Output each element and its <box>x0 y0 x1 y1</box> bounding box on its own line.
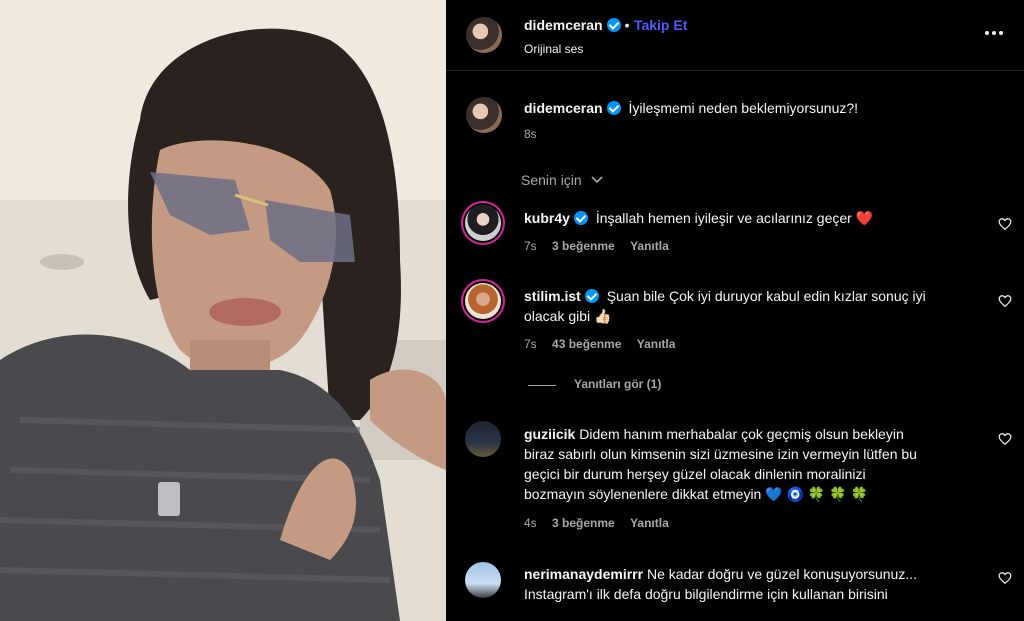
header-avatar[interactable] <box>466 17 502 53</box>
comment-username[interactable]: nerimanaydemirrr <box>524 566 643 582</box>
caption-avatar[interactable] <box>466 97 502 133</box>
header-divider <box>446 70 1024 71</box>
verified-badge-icon <box>606 18 621 32</box>
comment-avatar[interactable] <box>465 283 501 319</box>
caption-text: İyileşmemi neden beklemiyorsunuz?! <box>628 100 859 116</box>
comment-text-line: biraz sabırlı olun kimsenin sizi üzmesin… <box>524 446 917 462</box>
comment-text-line: olacak gibi 👍🏻 <box>524 308 612 324</box>
comment-meta: 7s 3 beğenme Yanıtla <box>524 239 669 253</box>
reply-button[interactable]: Yanıtla <box>630 239 669 253</box>
heart-icon[interactable] <box>998 571 1012 585</box>
comment-username[interactable]: kubr4y <box>524 210 570 226</box>
comment-time: 4s <box>524 516 537 530</box>
comment-likes[interactable]: 3 beğenme <box>552 239 615 253</box>
video-frame-illustration <box>0 0 446 621</box>
verified-badge-icon <box>606 101 621 115</box>
reply-button[interactable]: Yanıtla <box>637 337 676 351</box>
comment-text-line: Instagram'ı ilk defa doğru bilgilendirme… <box>524 586 888 602</box>
comment-body: guziicik Didem hanım merhabalar çok geçm… <box>524 424 994 504</box>
separator: • <box>624 17 630 33</box>
verified-badge-icon <box>584 289 599 303</box>
caption-username[interactable]: didemceran <box>524 100 603 116</box>
filter-label: Senin için <box>521 172 582 188</box>
comment-text: İnşallah hemen iyileşir ve acılarınız ge… <box>595 210 874 226</box>
comment-username[interactable]: guziicik <box>524 426 575 442</box>
comment-body: nerimanaydemirrr Ne kadar doğru ve güzel… <box>524 564 994 604</box>
caption-time: 8s <box>524 127 537 141</box>
comment-meta: 7s 43 beğenme Yanıtla <box>524 337 675 351</box>
comment-body: stilim.ist Şuan bile Çok iyi duruyor kab… <box>524 286 994 326</box>
comment-text-line: bozmayın söylenenlere dikkat etmeyin 💙 🧿… <box>524 486 868 502</box>
comment-avatar[interactable] <box>465 562 501 598</box>
comment-time: 7s <box>524 337 537 351</box>
comment-text-line: Ne kadar doğru ve güzel konuşuyorsunuz..… <box>646 566 917 582</box>
comment-likes[interactable]: 43 beğenme <box>552 337 621 351</box>
comment-avatar[interactable] <box>465 205 501 241</box>
comment-username[interactable]: stilim.ist <box>524 288 581 304</box>
follow-button[interactable]: Takip Et <box>634 17 687 33</box>
heart-icon[interactable] <box>998 294 1012 308</box>
comments-filter[interactable]: Senin için <box>521 172 604 188</box>
heart-icon[interactable] <box>998 217 1012 231</box>
caption: didemceran İyileşmemi neden beklemiyorsu… <box>524 98 858 118</box>
comment-text-line: Şuan bile Çok iyi duruyor kabul edin kız… <box>606 288 926 304</box>
view-replies-button[interactable]: Yanıtları gör (1) <box>574 377 661 391</box>
comment-text-line: Didem hanım merhabalar çok geçmiş olsun … <box>579 426 904 442</box>
more-horizontal-icon[interactable] <box>984 24 1004 35</box>
comment-avatar[interactable] <box>465 421 501 457</box>
comment-body: kubr4y İnşallah hemen iyileşir ve acılar… <box>524 208 873 228</box>
comment-meta: 4s 3 beğenme Yanıtla <box>524 516 669 530</box>
reply-button[interactable]: Yanıtla <box>630 516 669 530</box>
header-user-row: didemceran • Takip Et <box>524 17 687 35</box>
comments-panel: didemceran • Takip Et Orijinal ses didemc… <box>446 0 1024 621</box>
reel-video[interactable] <box>0 0 446 621</box>
comment-time: 7s <box>524 239 537 253</box>
heart-icon[interactable] <box>998 432 1012 446</box>
header-username[interactable]: didemceran <box>524 17 603 33</box>
comment-likes[interactable]: 3 beğenme <box>552 516 615 530</box>
audio-label[interactable]: Orijinal ses <box>524 42 583 56</box>
chevron-down-icon <box>591 176 603 184</box>
verified-badge-icon <box>573 211 588 225</box>
comment-text-line: geçici bir durum herşey güzel olacak din… <box>524 466 866 482</box>
view-replies-line <box>528 385 556 386</box>
